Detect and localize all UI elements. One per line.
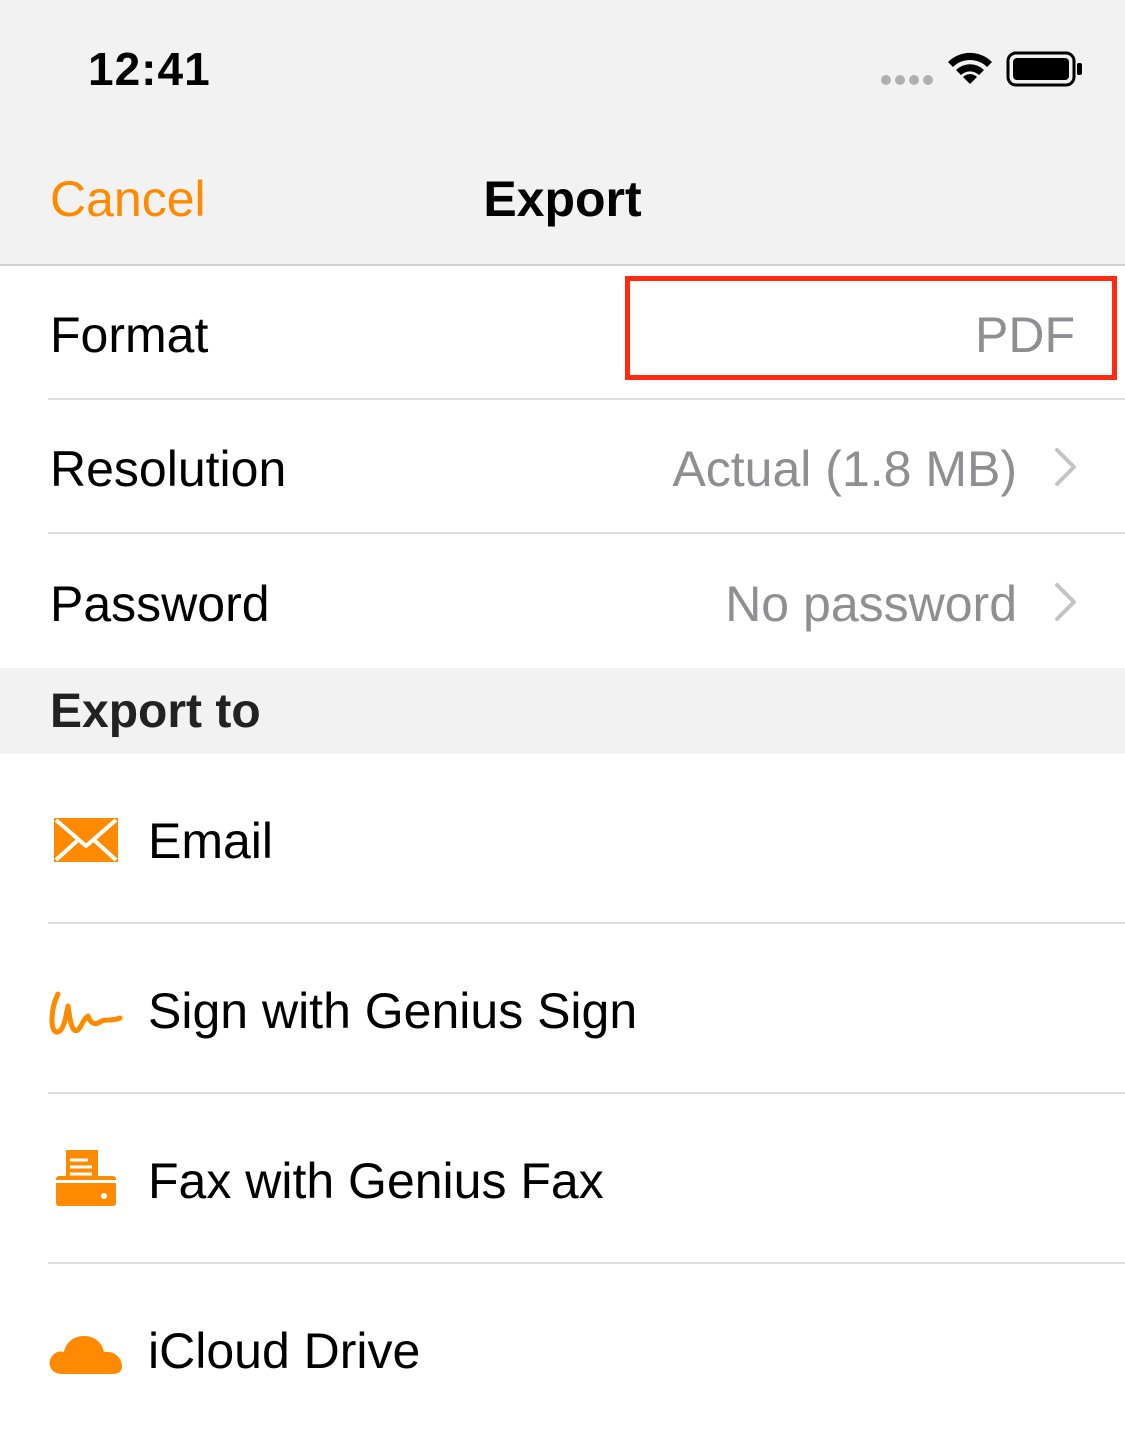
resolution-label: Resolution (50, 441, 287, 497)
page-title: Export (483, 171, 642, 227)
export-icloud-drive-row[interactable]: iCloud Drive (0, 1264, 1125, 1434)
export-email-label: Email (148, 813, 274, 869)
battery-icon (1006, 51, 1082, 87)
signature-icon (49, 991, 123, 1035)
section-title: Export to (50, 685, 261, 738)
fax-icon (56, 1150, 116, 1206)
export-email-row[interactable]: Email (0, 754, 1125, 924)
status-time: 12:41 (88, 43, 211, 95)
wifi-icon (948, 52, 992, 84)
resolution-value: Actual (1.8 MB) (672, 441, 1017, 497)
cloud-icon (49, 1336, 122, 1374)
status-bar: 12:41 (0, 0, 1125, 130)
export-genius-sign-row[interactable]: Sign with Genius Sign (0, 924, 1125, 1094)
password-row[interactable]: Password No password (0, 535, 1125, 669)
export-genius-sign-label: Sign with Genius Sign (148, 983, 638, 1039)
format-row[interactable]: Format PDF (0, 266, 1125, 400)
envelope-icon (54, 818, 118, 862)
password-label: Password (50, 576, 270, 632)
resolution-row[interactable]: Resolution Actual (1.8 MB) (0, 400, 1125, 534)
chevron-right-icon (1055, 448, 1076, 486)
row-divider (48, 532, 1125, 534)
navigation-bar: Cancel Export (0, 130, 1125, 266)
format-value[interactable]: PDF (975, 306, 1075, 364)
chevron-right-icon (1055, 583, 1076, 621)
export-icloud-drive-label: iCloud Drive (148, 1323, 421, 1379)
export-to-section-header: Export to (0, 668, 1125, 754)
export-genius-fax-row[interactable]: Fax with Genius Fax (0, 1094, 1125, 1264)
format-label: Format (50, 307, 209, 363)
password-value: No password (725, 576, 1017, 632)
export-genius-fax-label: Fax with Genius Fax (148, 1153, 604, 1209)
cellular-signal-icon (881, 75, 933, 85)
